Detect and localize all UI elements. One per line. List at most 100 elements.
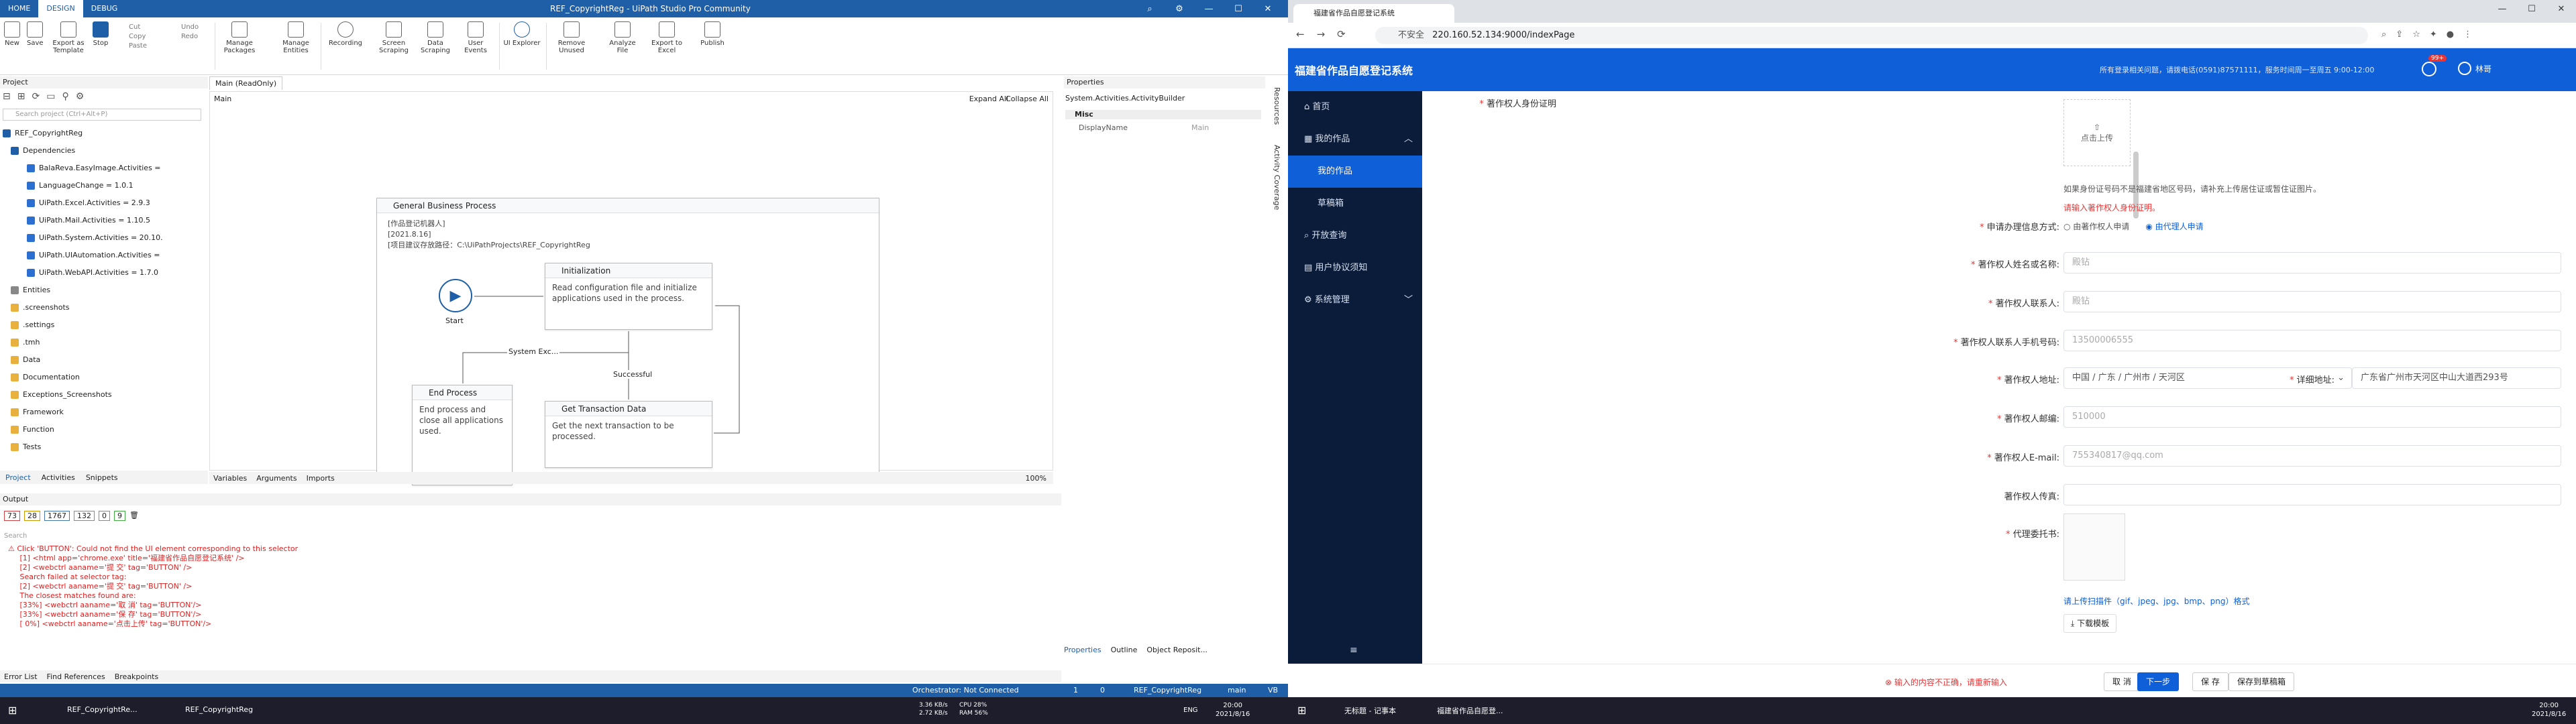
minimize-icon[interactable]: — [1194,0,1224,17]
zoom-icon[interactable]: ⌕ [2381,29,2386,40]
menu-icon[interactable]: ⋮ [2463,29,2472,40]
verbose-count[interactable]: 0 [99,511,110,521]
tree-item[interactable]: Data [11,351,40,369]
windows-start-icon[interactable]: ⊞ [8,704,17,717]
user-name[interactable]: 林哥 [2475,63,2491,74]
refresh-icon[interactable]: ⟳ [32,91,40,106]
new-button[interactable]: New [4,21,20,47]
tree-item[interactable]: .tmh [11,334,40,351]
undo-button[interactable]: Undo [181,23,199,32]
clock[interactable]: 20:00 2021/8/16 [2532,701,2566,719]
warnings-status[interactable]: 0 [1100,686,1105,695]
nav-home[interactable]: ⌂ 首页 [1288,91,1422,123]
taskbar-item-notepad[interactable]: 无标题 - 记事本 [1344,705,1396,716]
bell-icon[interactable] [2422,62,2436,76]
branch-status[interactable]: main [1228,686,1246,695]
language-indicator[interactable]: ENG [1183,707,1198,714]
method-radio-proxy[interactable]: ◉ 由代理人申请 [2145,221,2203,232]
tab-arguments[interactable]: Arguments [256,474,297,483]
tree-item[interactable]: Tests [11,438,41,456]
tab-home[interactable]: HOME [0,0,38,17]
proxy-thumbnail[interactable] [2063,514,2125,581]
tab-properties[interactable]: Properties [1064,646,1102,654]
tree-item[interactable]: REF_CopyrightReg [3,125,83,142]
close-icon[interactable]: ✕ [2546,0,2576,17]
errors-count[interactable]: 73 [4,511,20,521]
tab-error-list[interactable]: Error List [4,672,38,681]
output-search-input[interactable]: Search [4,532,27,540]
share-icon[interactable]: ⇪ [2396,29,2403,40]
name-input[interactable]: 殿钻 [2063,252,2561,274]
ui-explorer-button[interactable]: UI Explorer [503,21,541,47]
back-icon[interactable]: ← [1296,28,1305,40]
breadcrumb[interactable]: Main [214,95,231,103]
cut-button[interactable]: Cut [129,23,147,32]
contact-input[interactable]: 殿钻 [2063,291,2561,312]
profile-icon[interactable]: ● [2447,29,2454,40]
analyze-file-button[interactable]: Analyze File [604,21,641,54]
tree-item[interactable]: Dependencies [11,142,75,160]
tab-main-readonly[interactable]: Main (ReadOnly) [209,76,283,90]
tree-item[interactable]: UiPath.Excel.Activities = 2.9.3 [27,194,150,212]
collapse-icon[interactable]: ⊟ [3,91,11,106]
nav-my-works[interactable]: ▦ 我的作品 ︿ [1288,123,1422,156]
nav-system-management[interactable]: ⚙ 系统管理 ﹀ [1288,284,1422,316]
detail-address-input[interactable]: 广东省广州市天河区中山大道西293号 [2352,367,2561,389]
remove-unused-button[interactable]: Remove Unused [553,21,590,54]
info-count[interactable]: 1767 [44,511,70,521]
clock[interactable]: 20:00 2021/8/16 [1216,701,1250,719]
minimize-icon[interactable]: — [2487,0,2517,17]
extension-icon[interactable]: ✦ [2430,29,2437,40]
tree-item[interactable]: UiPath.Mail.Activities = 1.10.5 [27,212,150,229]
tree-item[interactable]: Entities [11,282,50,299]
zip-input[interactable]: 510000 [2063,406,2561,428]
save-button[interactable]: 保 存 [2192,672,2229,691]
stop-button[interactable]: Stop [93,21,109,47]
expand-all-link[interactable]: Expand All [969,95,1008,103]
search-icon[interactable]: ⌕ [1135,0,1165,17]
tab-object-repository[interactable]: Object Reposit... [1146,646,1208,654]
next-button[interactable]: 下一步 [2137,672,2180,691]
warnings-count[interactable]: 28 [24,511,40,521]
user-avatar-icon[interactable] [2458,62,2471,75]
open-folder-icon[interactable]: ▭ [46,91,55,106]
tab-activities[interactable]: Activities [42,473,75,482]
property-value[interactable]: Main [1191,123,1209,132]
paste-button[interactable]: Paste [129,42,147,51]
tree-item[interactable]: UiPath.System.Activities = 20.10. [27,229,163,247]
nav-open-query[interactable]: ⌕ 开放查询 [1288,220,1422,252]
user-events-button[interactable]: User Events [458,21,494,54]
maximize-icon[interactable]: ☐ [2517,0,2546,17]
nav-user-agreement[interactable]: ▤ 用户协议须知 [1288,252,1422,284]
orchestrator-status[interactable]: Orchestrator: Not Connected [912,686,1019,695]
tab-breakpoints[interactable]: Breakpoints [115,672,159,681]
expand-icon[interactable]: ⊞ [17,91,25,106]
reload-icon[interactable]: ⟳ [1337,28,1346,40]
tree-item[interactable]: Exceptions_Screenshots [11,386,112,404]
close-icon[interactable]: ✕ [1253,0,1283,17]
trace-count[interactable]: 132 [74,511,95,521]
collapse-menu-icon[interactable]: ≡ [1350,645,1358,656]
tree-item[interactable]: LanguageChange = 1.0.1 [27,177,133,194]
nav-my-works-sub[interactable]: 我的作品 [1288,156,1422,188]
tab-resources[interactable]: Resources [1267,87,1281,125]
collapse-all-link[interactable]: Collapse All [1006,95,1049,103]
tab-project[interactable]: Project [5,473,31,482]
star-icon[interactable]: ☆ [2412,29,2420,40]
project-status[interactable]: REF_CopyrightReg [1134,686,1201,695]
tree-item[interactable]: Framework [11,404,64,421]
tab-design[interactable]: DESIGN [38,0,83,17]
save-button[interactable]: Save [27,21,44,47]
tree-item[interactable]: .screenshots [11,299,70,316]
copy-button[interactable]: Copy [129,32,147,42]
tree-item[interactable]: Function [11,421,54,438]
publish-button[interactable]: Publish [694,21,731,47]
tab-activity-coverage[interactable]: Activity Coverage [1267,145,1281,210]
id-upload-box[interactable]: ⇧ 点击上传 [2063,99,2131,166]
nav-drafts[interactable]: 草稿箱 [1288,188,1422,220]
tree-item[interactable]: Documentation [11,369,80,386]
zoom-level[interactable]: 100% [1026,474,1046,483]
tree-item[interactable]: UiPath.WebAPI.Activities = 1.7.0 [27,264,158,282]
taskbar-item-studio[interactable]: REF_CopyrightRe... [67,705,168,714]
tab-debug[interactable]: DEBUG [83,0,126,17]
